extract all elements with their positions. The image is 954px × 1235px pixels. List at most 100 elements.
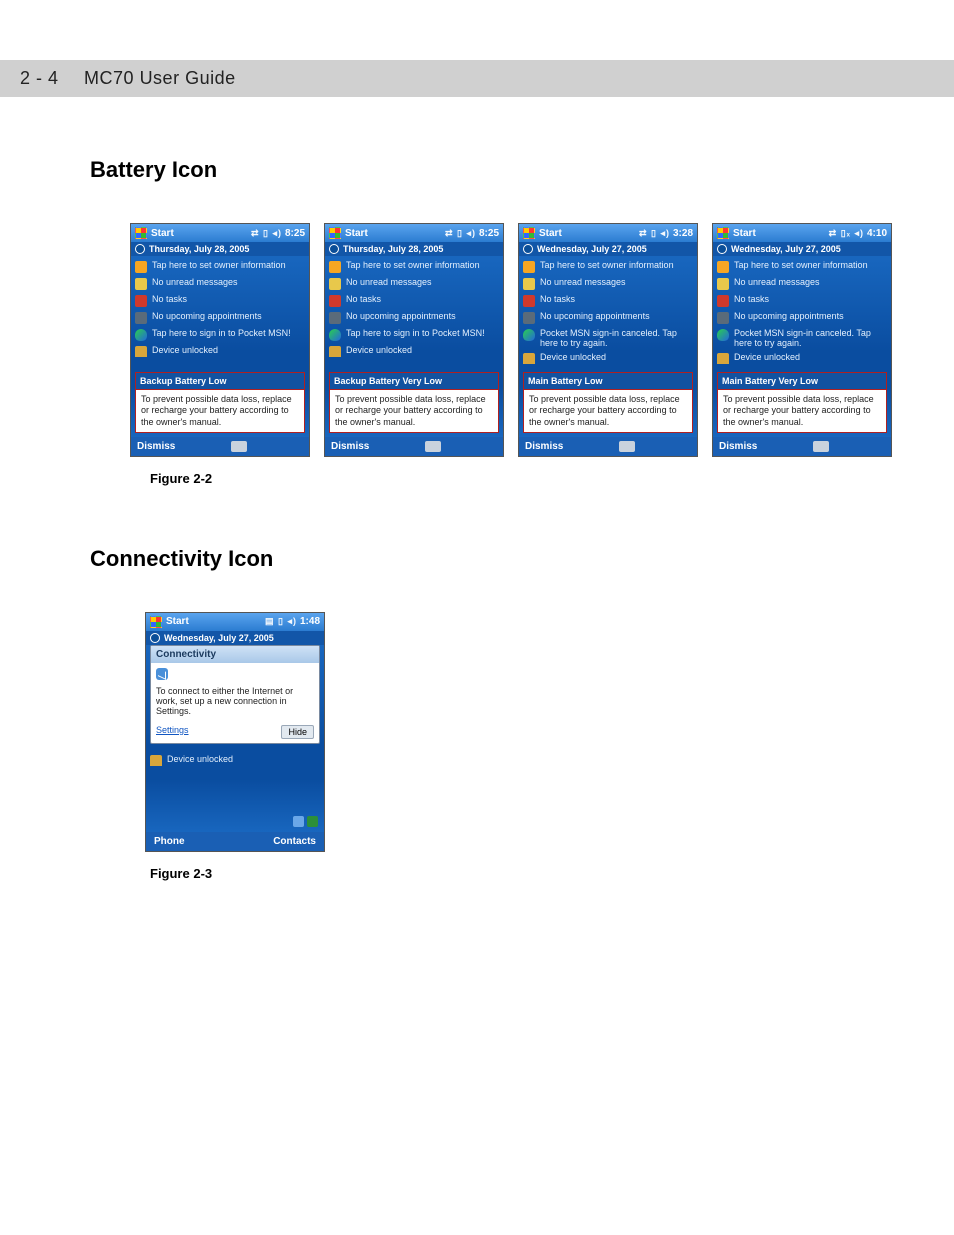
date-text: Thursday, July 28, 2005: [149, 244, 249, 254]
screenshot-backup-very-low: Start⇄ ▯ ◂)8:25 Thursday, July 28, 2005 …: [324, 223, 504, 457]
dismiss-button[interactable]: Dismiss: [331, 441, 369, 452]
start-label[interactable]: Start: [539, 228, 562, 239]
appointments-row[interactable]: No upcoming appointments: [131, 309, 309, 326]
keyboard-icon[interactable]: [619, 441, 635, 452]
status-icons: ⇄ ▯ ◂): [445, 228, 476, 239]
owner-info-row[interactable]: Tap here to set owner information: [325, 258, 503, 275]
hide-button[interactable]: Hide: [281, 725, 314, 739]
page-header: 2 - 4 MC70 User Guide: [0, 60, 954, 97]
device-unlocked-row[interactable]: Device unlocked: [713, 350, 891, 364]
mail-row[interactable]: No unread messages: [325, 275, 503, 292]
device-unlocked-row[interactable]: Device unlocked: [146, 752, 324, 766]
alert-title: Main Battery Very Low: [718, 373, 886, 390]
start-label[interactable]: Start: [733, 228, 756, 239]
clock-time: 1:48: [300, 616, 320, 627]
lock-icon: [150, 755, 162, 763]
owner-icon: [135, 261, 147, 273]
alert-body: To prevent possible data loss, replace o…: [524, 390, 692, 432]
appointments-row[interactable]: No upcoming appointments: [325, 309, 503, 326]
battery-alert: Backup Battery Low To prevent possible d…: [135, 372, 305, 433]
tasks-row[interactable]: No tasks: [325, 292, 503, 309]
msn-icon: [717, 329, 729, 341]
section-connectivity-icon: Connectivity Icon: [90, 546, 904, 572]
clock-time: 3:28: [673, 228, 693, 239]
task-icon: [135, 295, 147, 307]
mail-row[interactable]: No unread messages: [519, 275, 697, 292]
date-text: Wednesday, July 27, 2005: [731, 244, 841, 254]
lock-icon: [717, 353, 729, 361]
tray-connection-icon[interactable]: [307, 816, 318, 827]
tasks-row[interactable]: No tasks: [519, 292, 697, 309]
start-label[interactable]: Start: [345, 228, 368, 239]
owner-info-row[interactable]: Tap here to set owner information: [131, 258, 309, 275]
start-flag-icon: [150, 616, 162, 628]
start-label[interactable]: Start: [166, 616, 189, 627]
start-label[interactable]: Start: [151, 228, 174, 239]
device-unlocked-row[interactable]: Device unlocked: [519, 350, 697, 364]
task-icon: [329, 295, 341, 307]
status-icons: ⇄ ▯ₓ ◂): [829, 228, 864, 239]
calendar-icon: [523, 312, 535, 324]
clock-icon: [135, 244, 145, 254]
clock-icon: [717, 244, 727, 254]
appointments-row[interactable]: No upcoming appointments: [713, 309, 891, 326]
device-unlocked-row[interactable]: Device unlocked: [131, 343, 309, 357]
owner-icon: [523, 261, 535, 273]
clock-icon: [329, 244, 339, 254]
tasks-row[interactable]: No tasks: [131, 292, 309, 309]
settings-link[interactable]: Settings: [156, 725, 189, 739]
screenshot-main-low: Start ⇄ ▯ ◂)3:28 Wednesday, July 27, 2005…: [518, 223, 698, 457]
softkey-bar: Dismiss: [131, 437, 309, 456]
keyboard-icon[interactable]: [425, 441, 441, 452]
owner-info-row[interactable]: Tap here to set owner information: [519, 258, 697, 275]
msn-row[interactable]: Tap here to sign in to Pocket MSN!: [131, 326, 309, 343]
status-icons: ⇄ ▯ ◂): [251, 228, 282, 239]
lock-icon: [135, 346, 147, 354]
owner-icon: [329, 261, 341, 273]
battery-alert: Backup Battery Very Low To prevent possi…: [329, 372, 499, 433]
date-text: Wednesday, July 27, 2005: [164, 633, 274, 643]
alert-body: To prevent possible data loss, replace o…: [330, 390, 498, 432]
clock-time: 8:25: [479, 228, 499, 239]
msn-row[interactable]: Pocket MSN sign-in canceled. Tap here to…: [713, 326, 891, 350]
owner-info-row[interactable]: Tap here to set owner information: [713, 258, 891, 275]
mail-row[interactable]: No unread messages: [131, 275, 309, 292]
connectivity-popup: Connectivity To connect to either the In…: [150, 645, 320, 744]
clock-time: 4:10: [867, 228, 887, 239]
keyboard-icon[interactable]: [231, 441, 247, 452]
date-row: Wednesday, July 27, 2005: [146, 631, 324, 645]
popup-message: To connect to either the Internet or wor…: [156, 686, 314, 716]
dismiss-button[interactable]: Dismiss: [719, 441, 757, 452]
screenshot-backup-low: Start ⇄ ▯ ◂) 8:25 Thursday, July 28, 200…: [130, 223, 310, 457]
start-flag-icon: [329, 227, 341, 239]
softkey-bar: Phone Contacts: [146, 832, 324, 851]
battery-alert: Main Battery Very Low To prevent possibl…: [717, 372, 887, 433]
appointments-row[interactable]: No upcoming appointments: [519, 309, 697, 326]
status-icons: ⇄ ▯ ◂): [639, 228, 670, 239]
msn-row[interactable]: Pocket MSN sign-in canceled. Tap here to…: [519, 326, 697, 350]
dismiss-button[interactable]: Dismiss: [525, 441, 563, 452]
phone-softkey[interactable]: Phone: [154, 836, 185, 847]
mail-row[interactable]: No unread messages: [713, 275, 891, 292]
screenshot-connectivity: Start ▤ ▯ ◂)1:48 Wednesday, July 27, 2005…: [145, 612, 325, 852]
alert-body: To prevent possible data loss, replace o…: [136, 390, 304, 432]
contacts-softkey[interactable]: Contacts: [273, 836, 316, 847]
date-text: Thursday, July 28, 2005: [343, 244, 443, 254]
bluetooth-icon[interactable]: [156, 668, 168, 680]
calendar-icon: [135, 312, 147, 324]
device-unlocked-row[interactable]: Device unlocked: [325, 343, 503, 357]
mail-icon: [135, 278, 147, 290]
alert-title: Main Battery Low: [524, 373, 692, 390]
msn-row[interactable]: Tap here to sign in to Pocket MSN!: [325, 326, 503, 343]
msn-icon: [329, 329, 341, 341]
lock-icon: [523, 353, 535, 361]
owner-icon: [717, 261, 729, 273]
keyboard-icon[interactable]: [813, 441, 829, 452]
status-icons: ▤ ▯ ◂): [265, 616, 297, 627]
mail-icon: [717, 278, 729, 290]
msn-icon: [523, 329, 535, 341]
tasks-row[interactable]: No tasks: [713, 292, 891, 309]
dismiss-button[interactable]: Dismiss: [137, 441, 175, 452]
date-text: Wednesday, July 27, 2005: [537, 244, 647, 254]
tray-bluetooth-icon[interactable]: [293, 816, 304, 827]
